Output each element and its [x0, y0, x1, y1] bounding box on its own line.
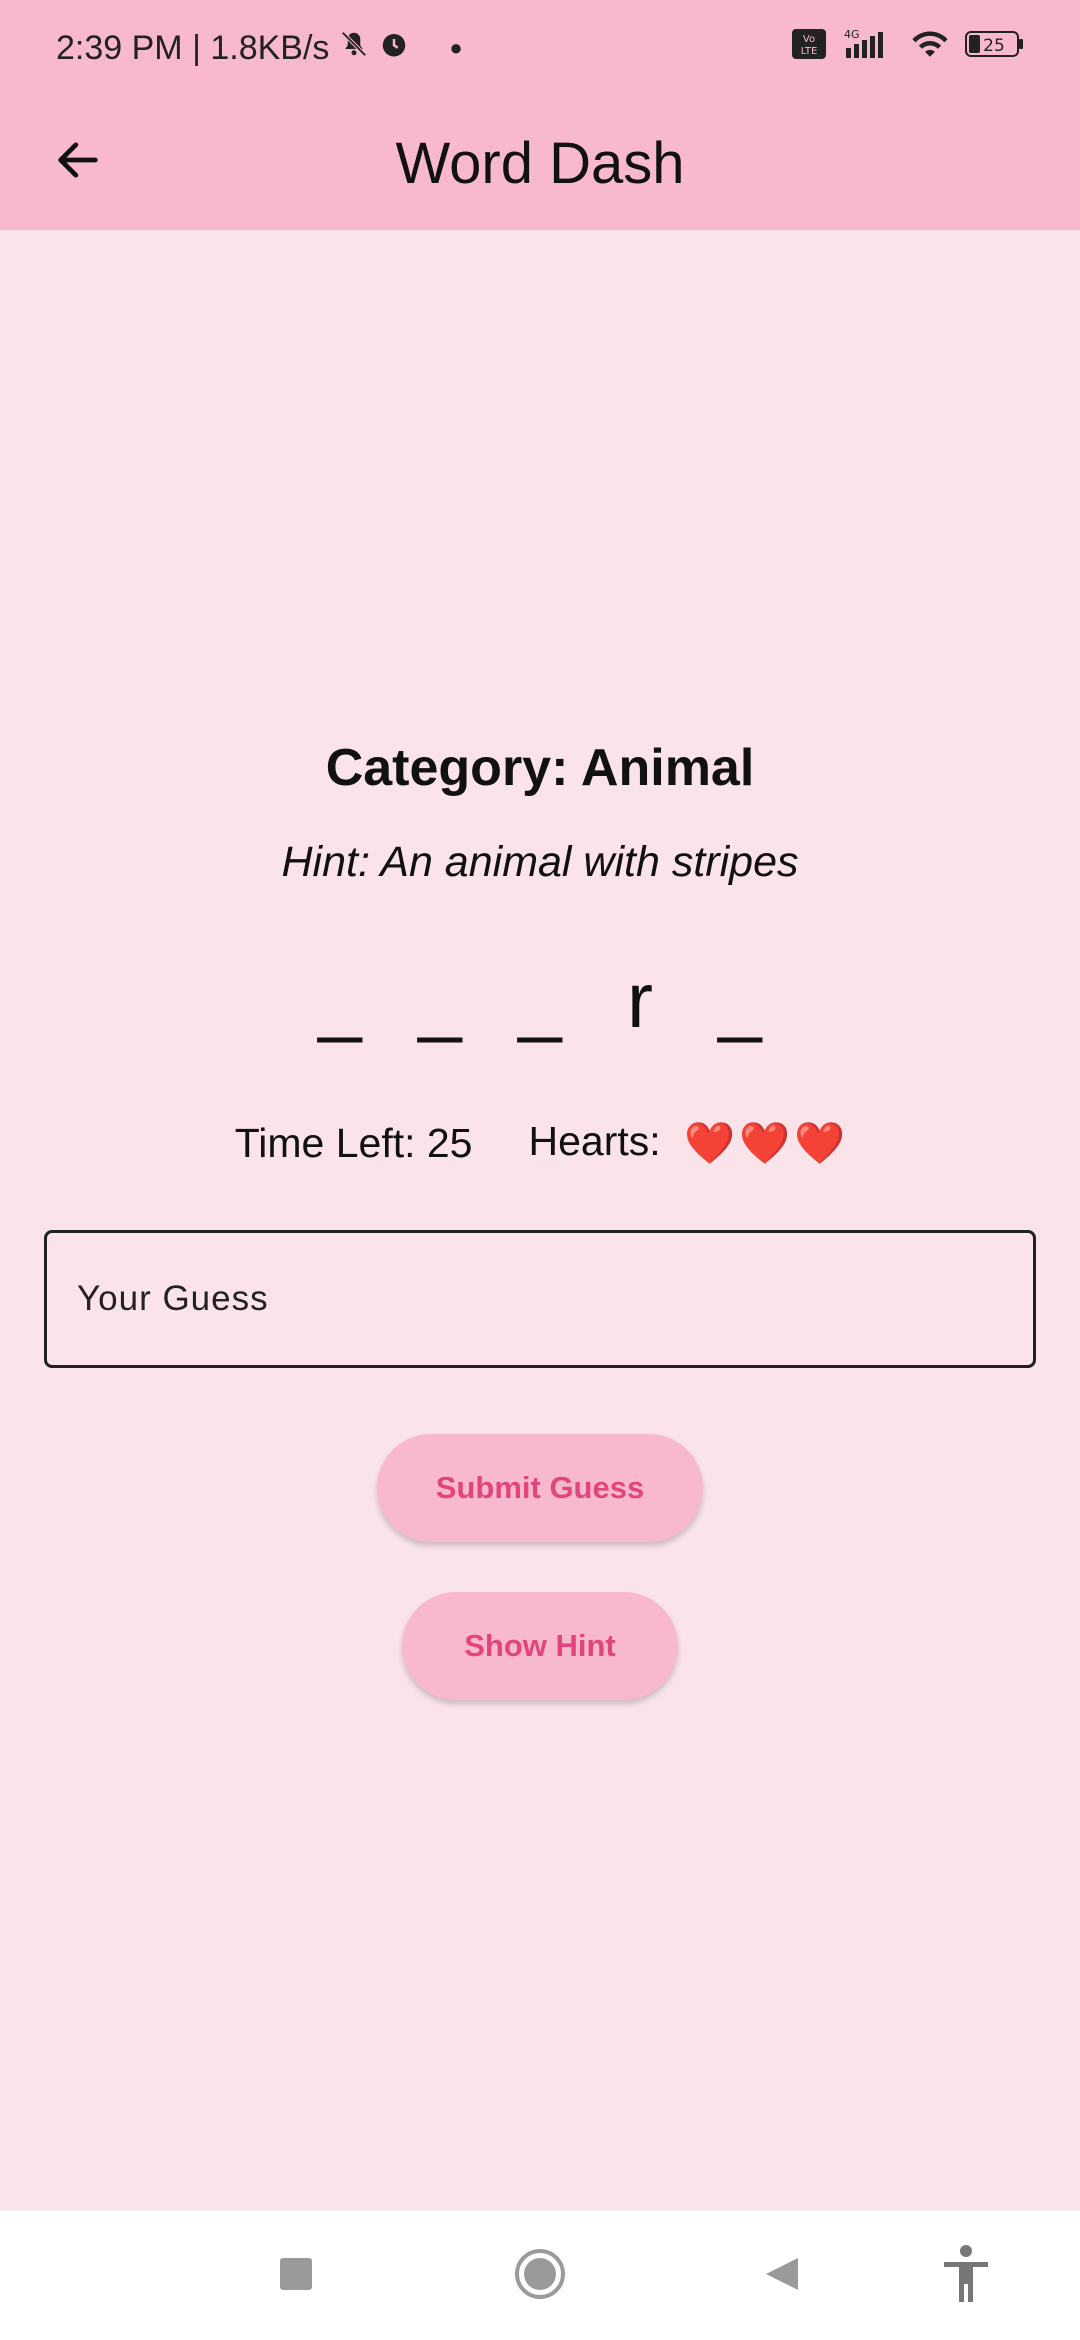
recents-button[interactable]	[266, 2246, 326, 2306]
letter-slot: _	[718, 956, 762, 1044]
show-hint-button[interactable]: Show Hint	[402, 1592, 678, 1700]
battery-icon: 25	[964, 28, 1024, 69]
status-bar: 2:39 PM | 1.8KB/s ● Vo LTE 4G 25	[0, 0, 1080, 96]
accessibility-icon	[940, 2244, 992, 2309]
signal-icon: 4G	[840, 28, 896, 69]
status-left: 2:39 PM | 1.8KB/s ●	[56, 29, 463, 68]
stats-row: Time Left: 25 Hearts: ❤️ ❤️ ❤️	[0, 1118, 1080, 1168]
letter-slot: _	[418, 956, 462, 1044]
status-right: Vo LTE 4G 25	[792, 28, 1024, 69]
guess-input[interactable]: Your Guess	[44, 1230, 1036, 1368]
alarm-icon	[379, 29, 409, 68]
home-circle-icon	[514, 2248, 566, 2305]
time-left: Time Left: 25	[234, 1119, 473, 1166]
volte-icon: Vo LTE	[792, 28, 826, 68]
svg-text:4G: 4G	[844, 28, 860, 41]
status-time: 2:39 PM | 1.8KB/s	[56, 28, 330, 67]
wifi-icon	[910, 28, 950, 69]
notification-dot: ●	[449, 35, 463, 60]
letter-slot: r	[627, 956, 653, 1044]
heart-icon: ❤️	[739, 1120, 791, 1167]
submit-guess-button[interactable]: Submit Guess	[377, 1434, 703, 1542]
guess-placeholder: Your Guess	[77, 1279, 269, 1318]
battery-level: 25	[983, 36, 1005, 56]
nav-back-button[interactable]	[752, 2246, 812, 2306]
hearts-label: Hearts:	[528, 1118, 661, 1164]
app-title: Word Dash	[395, 130, 685, 196]
accessibility-button[interactable]	[936, 2244, 996, 2309]
letter-slot: _	[318, 956, 362, 1044]
heart-icon: ❤️	[794, 1120, 846, 1167]
hearts-display: Hearts: ❤️ ❤️ ❤️	[529, 1118, 846, 1168]
app-bar: Word Dash	[0, 96, 1080, 230]
category-label: Category: Animal	[325, 739, 755, 797]
mute-icon	[339, 29, 369, 68]
hint-text: Hint: An animal with stripes	[281, 838, 799, 886]
letter-slot: _	[518, 956, 562, 1044]
heart-icon: ❤️	[684, 1120, 736, 1167]
back-triangle-icon	[762, 2254, 802, 2299]
svg-text:Vo: Vo	[803, 34, 815, 45]
recents-square-icon	[278, 2256, 314, 2297]
game-screen: Category: Animal Hint: An animal with st…	[0, 230, 1080, 2210]
system-nav-bar	[0, 2210, 1080, 2340]
word-display: _ _ _ r _	[0, 950, 1080, 1050]
svg-text:LTE: LTE	[801, 46, 818, 57]
home-button[interactable]	[510, 2246, 570, 2306]
hearts-icons: ❤️ ❤️ ❤️	[684, 1120, 845, 1168]
